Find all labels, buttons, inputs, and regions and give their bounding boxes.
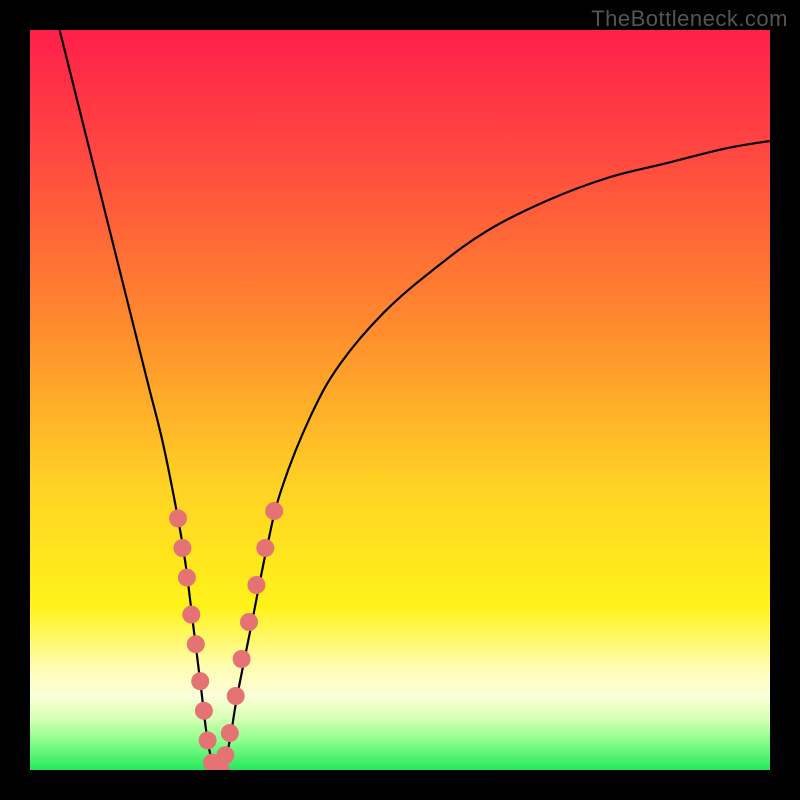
highlight-dot bbox=[247, 576, 265, 594]
highlight-dot bbox=[233, 650, 251, 668]
bottleneck-curve bbox=[60, 30, 770, 770]
highlight-dot bbox=[227, 687, 245, 705]
highlight-dot bbox=[240, 613, 258, 631]
highlight-dot bbox=[178, 569, 196, 587]
highlight-dot bbox=[265, 502, 283, 520]
highlight-dot bbox=[169, 509, 187, 527]
curve-layer bbox=[30, 30, 770, 770]
highlight-dot bbox=[221, 724, 239, 742]
highlight-dot bbox=[256, 539, 274, 557]
watermark-text: TheBottleneck.com bbox=[591, 6, 788, 32]
dots-group bbox=[169, 502, 283, 770]
highlight-dot bbox=[195, 702, 213, 720]
chart-frame: TheBottleneck.com bbox=[0, 0, 800, 800]
highlight-dot bbox=[216, 746, 234, 764]
highlight-dot bbox=[191, 672, 209, 690]
highlight-dot bbox=[173, 539, 191, 557]
highlight-dot bbox=[182, 606, 200, 624]
highlight-dot bbox=[187, 635, 205, 653]
highlight-dot bbox=[199, 731, 217, 749]
plot-area bbox=[30, 30, 770, 770]
